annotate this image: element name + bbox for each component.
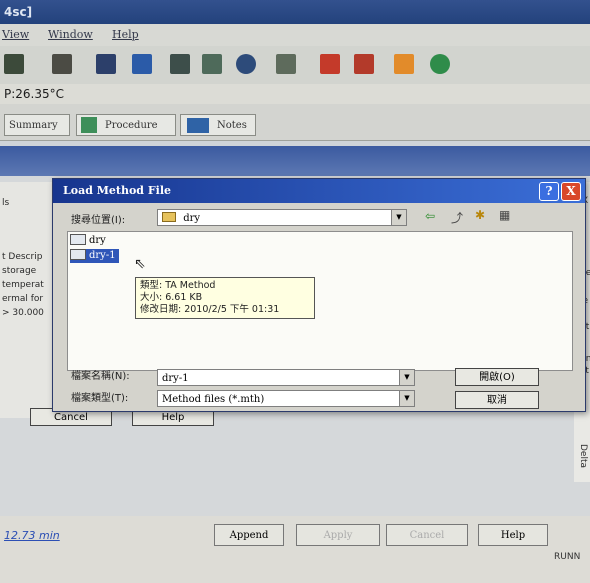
menu-bar: View Window Help [0, 24, 590, 46]
disk-icon[interactable] [236, 54, 256, 74]
bg-fragment: ermal for [2, 294, 44, 304]
cursor-icon: ⇖ [134, 256, 146, 272]
notes-icon [187, 118, 209, 133]
monitor-icon[interactable] [96, 54, 116, 74]
look-in-value: dry [183, 213, 201, 224]
file-icon [70, 249, 86, 260]
menu-view[interactable]: View [2, 28, 29, 41]
tab-procedure[interactable]: Procedure [76, 114, 176, 136]
tooltip-type: 類型: TA Method [140, 280, 216, 291]
tab-notes-label: Notes [217, 120, 247, 131]
list-item[interactable]: dry-1 [70, 249, 119, 263]
file-name-field[interactable]: dry-1 ▼ [157, 369, 415, 386]
app-titlebar: 4sc] [0, 0, 590, 24]
bg-fragment: > 30.000 [2, 308, 44, 318]
bg-fragment: storage [2, 266, 37, 276]
dialog-title: Load Method File [63, 184, 171, 197]
chevron-down-icon[interactable]: ▼ [399, 391, 414, 406]
tab-summary[interactable]: Summary [4, 114, 70, 136]
font-a-icon[interactable] [320, 54, 340, 74]
cancel-button[interactable]: Cancel [386, 524, 468, 546]
temperature-value: P:26.35°C [4, 87, 65, 101]
new-folder-icon[interactable]: ✱ [475, 208, 485, 222]
view-menu-icon[interactable]: ▦ [499, 208, 510, 222]
file-icon [70, 234, 86, 245]
window-icon[interactable] [394, 54, 414, 74]
help-button[interactable]: Help [478, 524, 548, 546]
status-text: RUNN [554, 552, 581, 562]
file-type-select[interactable]: Method files (*.mth) ▼ [157, 390, 415, 407]
toolbar [0, 46, 590, 85]
document-icon[interactable] [202, 54, 222, 74]
close-icon[interactable]: X [561, 182, 581, 201]
grid-icon[interactable] [170, 54, 190, 74]
chevron-down-icon[interactable]: ▼ [399, 370, 414, 385]
tab-notes[interactable]: Notes [180, 114, 256, 136]
apply-button[interactable]: Apply [296, 524, 380, 546]
dialog-titlebar: Load Method File ? X [53, 179, 585, 203]
look-in-label: 搜尋位置(I): [71, 215, 126, 226]
file-name-value: dry-1 [162, 373, 189, 384]
file-type-value: Method files (*.mth) [162, 394, 265, 405]
help-icon[interactable]: ? [539, 182, 559, 201]
menu-window[interactable]: Window [48, 28, 93, 41]
load-method-dialog: Load Method File ? X 搜尋位置(I): dry ▼ ⇦ ⤴ … [52, 178, 586, 412]
list-icon[interactable] [4, 54, 24, 74]
font-a-alt-icon[interactable] [354, 54, 374, 74]
tool-icon[interactable] [276, 54, 296, 74]
bg-fragment: temperat [2, 280, 44, 290]
folder-icon [162, 212, 176, 222]
dialog-cancel-button[interactable]: 取消 [455, 391, 539, 409]
app-screen: 4sc] View Window Help P:26.35°C Summary … [0, 0, 590, 583]
tooltip-modified: 修改日期: 2010/2/5 下午 01:31 [140, 304, 280, 315]
tab-procedure-label: Procedure [105, 120, 158, 131]
temperature-readout: P:26.35°C [0, 84, 590, 104]
list-item[interactable]: dry [70, 234, 106, 248]
window-title: 4sc] [4, 5, 33, 19]
calculator-icon[interactable] [132, 54, 152, 74]
menu-help[interactable]: Help [112, 28, 139, 41]
open-button[interactable]: 開啟(O) [455, 368, 539, 386]
bg-fragment: ls [2, 198, 10, 208]
file-tooltip: 類型: TA Method 大小: 6.61 KB 修改日期: 2010/2/5… [135, 277, 315, 319]
time-readout: 12.73 min [4, 529, 60, 542]
chevron-down-icon[interactable]: ▼ [391, 210, 406, 225]
file-type-label: 檔案類型(T): [71, 393, 129, 404]
tooltip-size: 大小: 6.61 KB [140, 292, 203, 303]
back-icon[interactable]: ⇦ [425, 209, 435, 223]
tab-bar: Summary Procedure Notes [0, 104, 590, 141]
delta-label: Delta [578, 444, 588, 469]
procedure-header-bar [0, 146, 590, 176]
bg-fragment: t Descrip [2, 252, 43, 262]
look-in-combo[interactable]: dry ▼ [157, 209, 407, 226]
file-name-label: 檔案名稱(N): [71, 371, 130, 382]
up-folder-icon[interactable]: ⤴ [451, 209, 463, 226]
append-button[interactable]: Append [214, 524, 284, 546]
file-name: dry-1 [89, 250, 116, 261]
file-name: dry [89, 235, 106, 246]
go-icon[interactable] [430, 54, 450, 74]
trash-icon[interactable] [52, 54, 72, 74]
procedure-icon [81, 117, 97, 133]
bottom-bar: 12.73 min Append Apply Cancel Help RUNN [0, 516, 590, 583]
